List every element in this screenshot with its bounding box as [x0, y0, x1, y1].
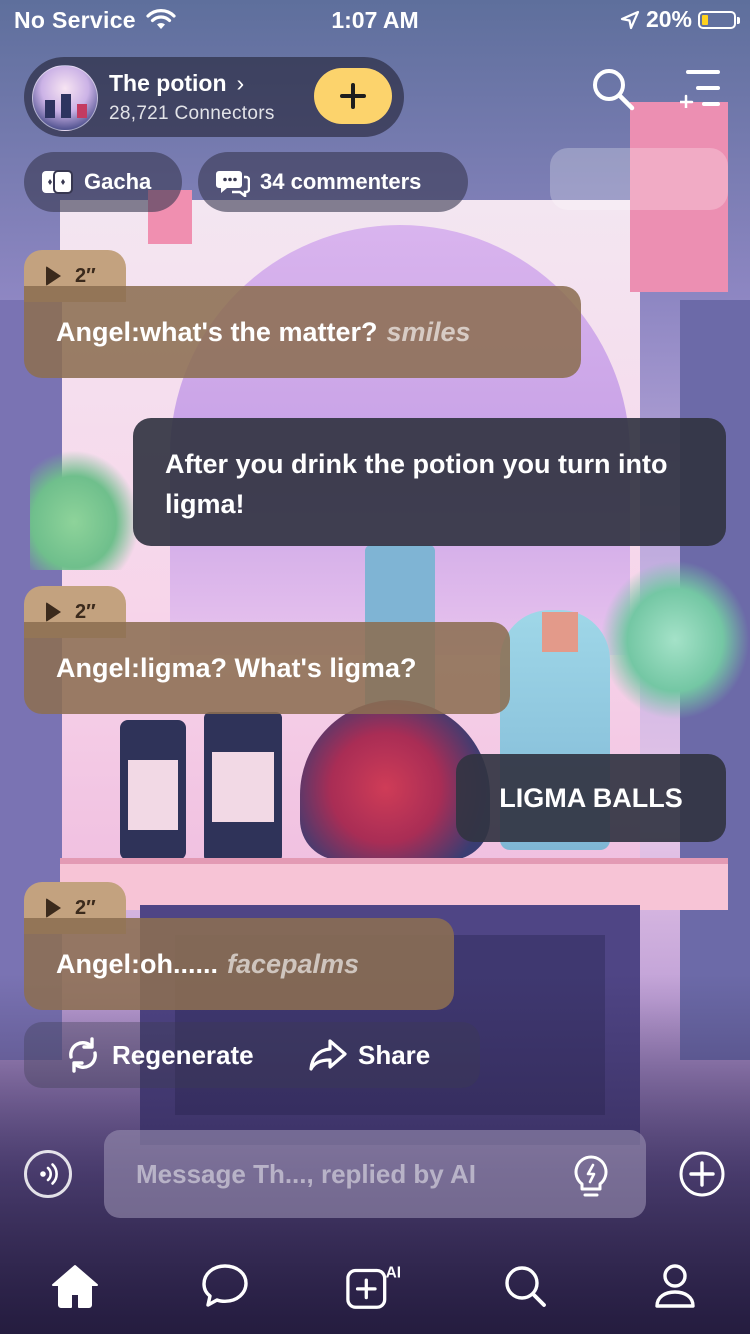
gacha-label: Gacha — [84, 169, 152, 194]
plus-icon — [340, 83, 366, 109]
chat-bubble-icon — [202, 1264, 248, 1307]
message-input-placeholder: Message Th..., replied by AI — [136, 1159, 477, 1189]
play-icon — [46, 266, 61, 286]
message-text: After you drink the potion you turn into… — [165, 449, 668, 519]
commenters-chip[interactable]: 34 commenters — [198, 152, 468, 212]
menu-icon[interactable] — [680, 68, 722, 108]
background-jar-left — [120, 720, 186, 860]
create-ai-icon: AI — [346, 1264, 401, 1309]
share-arrow-icon — [309, 1039, 347, 1071]
battery-level — [702, 14, 708, 25]
message-speaker: Angel: — [56, 948, 140, 979]
message-speaker: Angel: — [56, 316, 140, 347]
follow-button[interactable] — [314, 68, 392, 124]
background-jar-middle — [204, 712, 282, 862]
chevron-right-icon: › — [236, 70, 245, 96]
voice-duration: 2″ — [75, 264, 96, 287]
tab-profile[interactable] — [645, 1258, 705, 1314]
message-text: ligma? What's ligma? — [140, 652, 417, 683]
home-icon — [52, 1265, 98, 1308]
ai-message-bubble[interactable]: Angel: oh...... facepalms — [24, 918, 454, 1010]
message-text: oh...... — [140, 948, 218, 979]
comments-icon — [216, 171, 250, 197]
battery-percent: 20% — [645, 6, 692, 32]
status-right: 20% — [620, 6, 740, 33]
ai-message-bubble[interactable]: Angel: what's the matter? smiles — [24, 286, 581, 378]
message-speaker: Angel: — [56, 652, 140, 683]
regenerate-button[interactable]: Regenerate — [64, 1022, 254, 1088]
tab-bar: AI — [0, 1240, 750, 1334]
voice-duration: 2″ — [75, 896, 96, 919]
plus-circle-icon[interactable] — [678, 1150, 726, 1198]
tab-create[interactable]: AI — [345, 1258, 405, 1314]
user-message-bubble[interactable]: After you drink the potion you turn into… — [133, 418, 726, 546]
message-actions: Regenerate Share — [24, 1022, 480, 1088]
location-arrow-icon — [620, 10, 640, 29]
voice-mode-icon — [40, 1163, 58, 1185]
voice-duration: 2″ — [75, 600, 96, 623]
message-input[interactable]: Message Th..., replied by AI — [104, 1130, 646, 1218]
background-plant-right — [600, 560, 750, 720]
share-label: Share — [358, 1039, 431, 1070]
tab-home[interactable] — [45, 1258, 105, 1314]
lightbulb-icon[interactable] — [572, 1154, 610, 1200]
message-action: facepalms — [227, 948, 360, 979]
battery-icon — [698, 10, 740, 29]
search-icon — [505, 1266, 546, 1307]
connectors-count: 28,721 Connectors — [109, 103, 275, 124]
commenters-label: 34 commenters — [260, 169, 422, 194]
gacha-chip[interactable]: Gacha — [24, 152, 182, 212]
gacha-cards-icon — [42, 170, 73, 194]
bot-avatar[interactable] — [32, 65, 98, 131]
tab-search[interactable] — [495, 1258, 555, 1314]
tab-chats[interactable] — [195, 1258, 255, 1314]
faded-chip — [550, 148, 728, 210]
background-cork — [542, 612, 578, 652]
bot-profile-card[interactable]: The potion › 28,721 Connectors — [24, 57, 404, 137]
message-text: what's the matter? — [140, 316, 378, 347]
regenerate-label: Regenerate — [112, 1039, 254, 1070]
bot-name[interactable]: The potion › — [109, 70, 244, 97]
share-button[interactable]: Share — [308, 1022, 430, 1088]
bot-name-text: The potion — [109, 70, 227, 96]
voice-mode-button[interactable] — [24, 1150, 72, 1198]
play-icon — [46, 602, 61, 622]
background-plant-left — [30, 450, 140, 570]
profile-icon — [655, 1264, 695, 1308]
status-bar: No Service 1:07 AM 20% — [0, 0, 750, 40]
search-icon[interactable] — [590, 66, 636, 112]
background-shelf — [60, 858, 728, 910]
message-action: smiles — [386, 316, 471, 347]
ai-message-bubble[interactable]: Angel: ligma? What's ligma? — [24, 622, 510, 714]
create-ai-badge: AI — [386, 1264, 401, 1281]
refresh-icon — [69, 1037, 97, 1073]
play-icon — [46, 898, 61, 918]
message-text: LIGMA BALLS — [499, 783, 683, 813]
user-message-bubble[interactable]: LIGMA BALLS — [456, 754, 726, 842]
